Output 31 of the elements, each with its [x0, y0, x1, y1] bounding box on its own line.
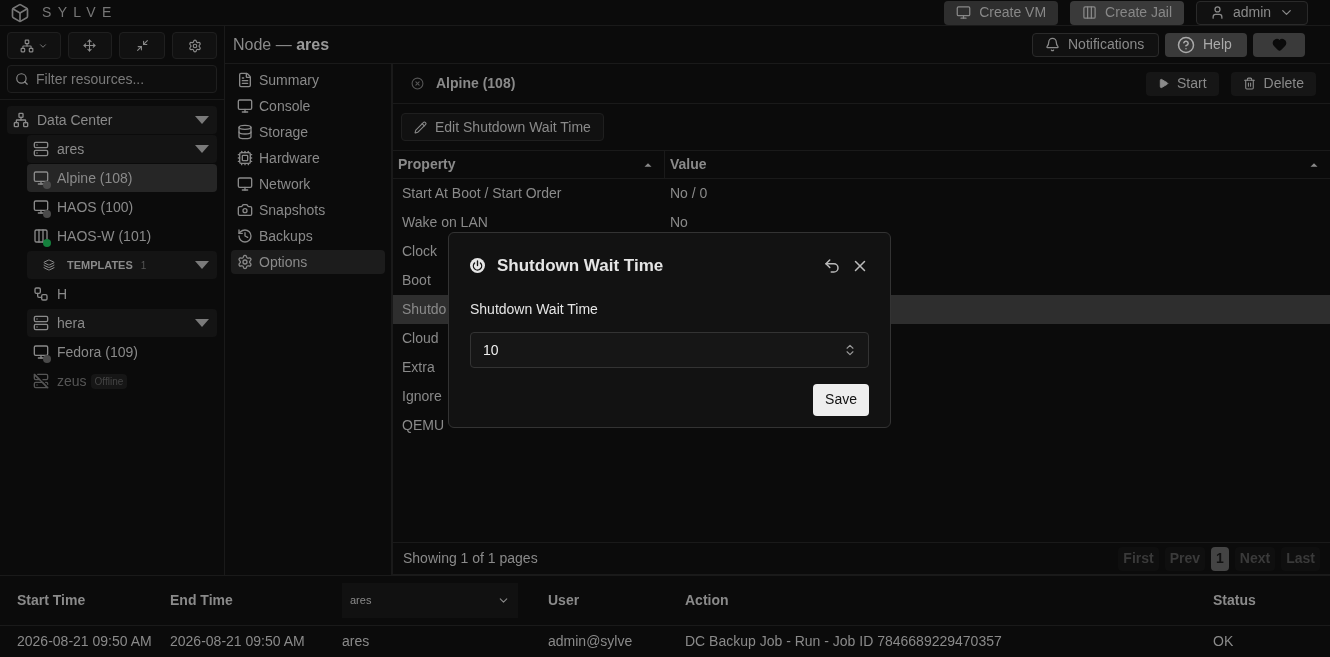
breadcrumb-title: Node — ares	[233, 34, 330, 55]
tree-label: Data Center	[37, 110, 113, 130]
property-cell: Start At Boot / Start Order	[402, 185, 562, 201]
field-label: Shutdown Wait Time	[470, 299, 599, 319]
brand-name: SYLVE	[42, 3, 118, 22]
table-cell-text: 2026-08-21 09:50 AM	[16, 631, 153, 651]
property-cell: Wake on LAN	[402, 214, 488, 230]
value-cell-text: No	[669, 213, 689, 232]
panel-title: Alpine (108)	[436, 74, 516, 93]
tree-label: H	[57, 284, 68, 304]
table-cell-text: 2026-08-21 09:50 AM	[170, 631, 306, 651]
tree-label: ares	[57, 139, 85, 159]
value-cell-text: No / 0	[669, 184, 709, 203]
table-cell-text: OK	[1213, 631, 1235, 651]
table-cell-text: ares	[341, 631, 371, 651]
item-count: 1	[140, 258, 147, 273]
property-cell: Extra	[402, 359, 435, 375]
page-info: Showing 1 of 1 pages	[403, 549, 538, 568]
dialog-title: Shutdown Wait Time	[497, 255, 664, 277]
property-cell: Shutdo	[402, 301, 447, 317]
tree-label: hera	[57, 313, 86, 333]
table-cell-text: DC Backup Job - Run - Job ID 7846689229470357	[685, 631, 1003, 651]
tree-label: Fedora (109)	[57, 342, 138, 362]
table-cell-text: admin@sylve	[548, 631, 634, 651]
tree-label: TEMPLATES	[67, 257, 133, 273]
tree-label: zeus	[57, 371, 87, 391]
property-cell: QEMU	[402, 417, 444, 433]
tree-label: Alpine (108)	[57, 168, 133, 188]
property-cell: Boot	[402, 272, 431, 288]
tree-label: HAOS-W (101)	[57, 226, 152, 246]
tree-label: HAOS (100)	[57, 197, 134, 217]
